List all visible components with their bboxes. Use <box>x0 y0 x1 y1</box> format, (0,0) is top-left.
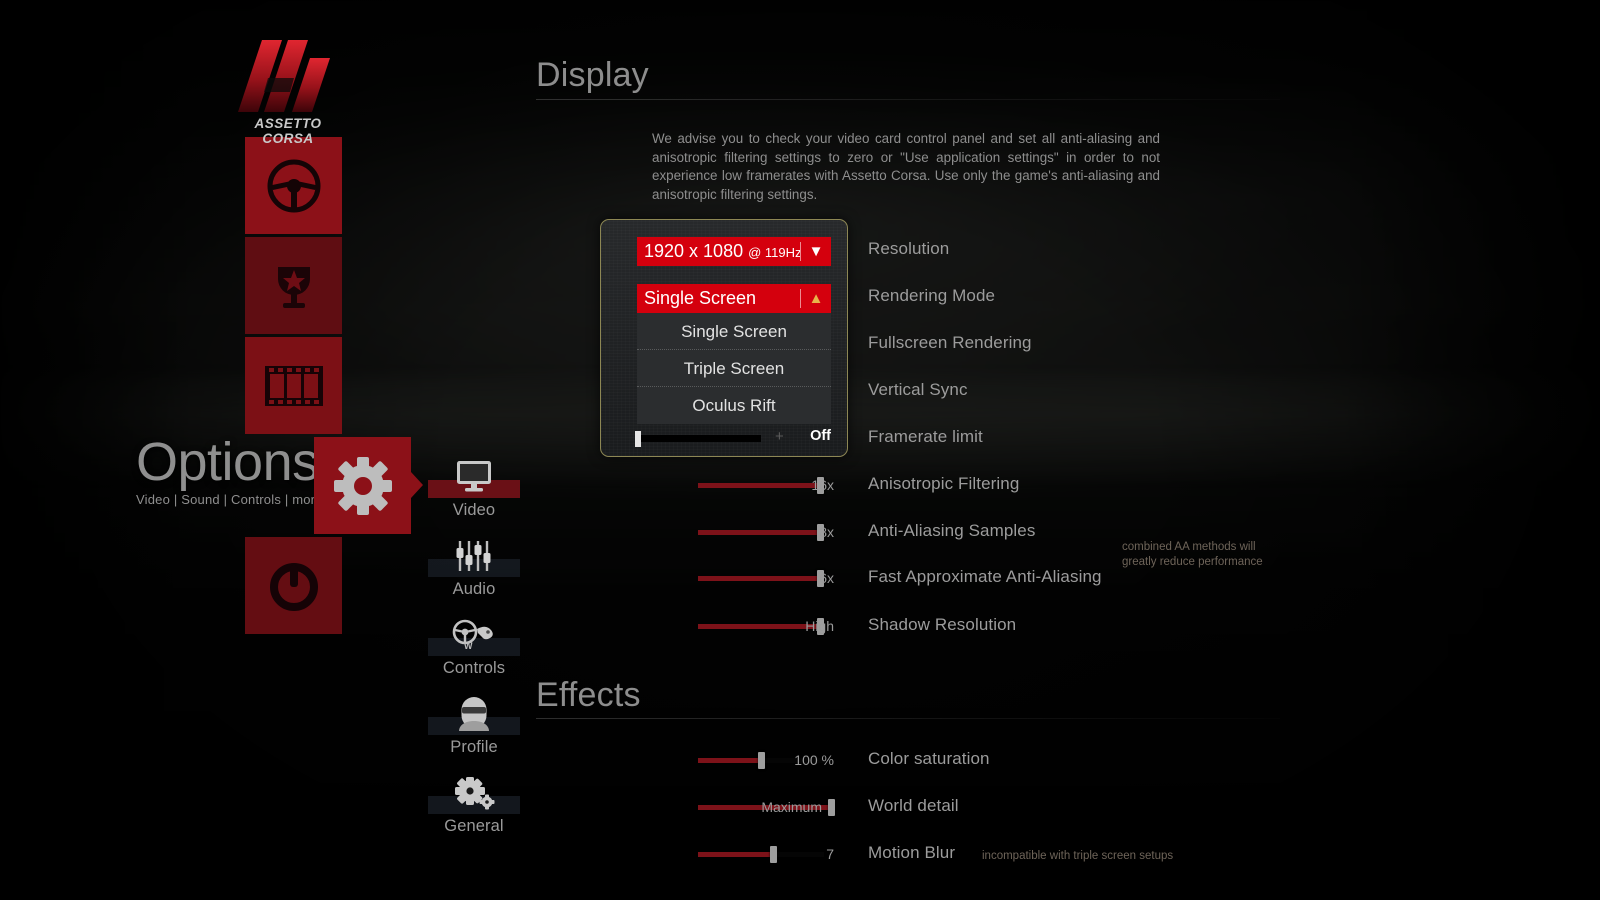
driver-helmet-icon <box>453 695 495 731</box>
advisory-text: We advise you to check your video card c… <box>652 130 1160 204</box>
sidebar-tile-replay[interactable] <box>245 337 342 434</box>
rendering-mode-dropdown[interactable]: Single Screen ▲ <box>637 284 831 313</box>
wheel-gamepad-icon: W <box>451 618 497 652</box>
row-color-saturation: 100 % Color saturation <box>536 744 1600 778</box>
row-shadow-resolution: High Shadow Resolution <box>536 610 1600 644</box>
options-active-arrow <box>411 472 423 498</box>
chevron-down-icon[interactable]: ▼ <box>801 237 831 266</box>
film-strip-icon <box>263 364 325 408</box>
row-fxaa: 6x Fast Approximate Anti-Aliasing <box>536 562 1600 596</box>
gear-icon <box>332 455 394 517</box>
steering-wheel-icon <box>264 156 324 216</box>
sidebar-item-label: Video <box>428 499 520 521</box>
sidebar-item-video[interactable]: Video <box>428 452 520 530</box>
power-icon <box>265 557 323 615</box>
framerate-limit-slider[interactable] <box>635 432 761 444</box>
sidebar-item-profile[interactable]: Profile <box>428 689 520 767</box>
sidebar-tile-career[interactable] <box>245 237 342 334</box>
sidebar-item-audio[interactable]: Audio <box>428 531 520 609</box>
section-rule-effects <box>536 718 1280 719</box>
sidebar-tile-options[interactable] <box>314 437 411 534</box>
resolution-value: 1920 x 1080 @ 119Hz <box>637 237 800 267</box>
row-label: Motion Blur <box>868 843 955 863</box>
assetto-corsa-wordmark: ASSETTO CORSA <box>232 116 344 146</box>
slider-knob[interactable] <box>828 799 835 816</box>
section-title-effects: Effects <box>536 676 641 715</box>
sidebar-item-label: Profile <box>428 736 520 758</box>
row-motion-blur: 7 Motion Blur incompatible with triple s… <box>536 838 1600 872</box>
option-oculus-rift[interactable]: Oculus Rift <box>637 387 831 424</box>
row-label: Anisotropic Filtering <box>868 474 1019 494</box>
row-label: Anti-Aliasing Samples <box>868 521 1035 541</box>
row-label: Resolution <box>868 239 949 259</box>
sidebar-tile-quit[interactable] <box>245 537 342 634</box>
trophy-icon <box>265 257 323 315</box>
option-triple-screen[interactable]: Triple Screen <box>637 350 831 387</box>
mixer-sliders-icon <box>453 539 495 573</box>
option-single-screen[interactable]: Single Screen <box>637 313 831 350</box>
row-label: Fullscreen Rendering <box>868 333 1032 353</box>
monitor-icon <box>454 460 494 494</box>
rendering-mode-option-list: Single Screen Triple Screen Oculus Rift <box>637 313 831 424</box>
gears-icon <box>453 776 495 810</box>
row-label: Color saturation <box>868 749 990 769</box>
hint-motion-blur: incompatible with triple screen setups <box>982 849 1173 864</box>
ac-logo-mark <box>232 34 344 120</box>
sidebar-item-label: Audio <box>428 578 520 600</box>
row-anisotropic-filtering: 16x Anisotropic Filtering <box>536 469 1600 503</box>
options-screen: ASSETTO CORSA <box>0 0 1600 900</box>
row-world-detail: Maximum World detail <box>536 791 1600 825</box>
framerate-limit-control: + Off <box>601 425 848 451</box>
sidebar-item-label: Controls <box>428 657 520 679</box>
slider-knob[interactable] <box>635 431 641 447</box>
framerate-limit-value: Off <box>791 428 839 444</box>
options-subnav: Video <box>428 452 520 847</box>
row-value: Maximum <box>736 799 822 815</box>
chevron-up-icon[interactable]: ▲ <box>801 284 831 313</box>
row-value: 6x <box>748 570 834 586</box>
row-value: 100 % <box>748 752 834 768</box>
section-title-display: Display <box>536 56 649 95</box>
row-label: Fast Approximate Anti-Aliasing <box>868 567 1102 587</box>
sidebar-item-label: General <box>428 815 520 837</box>
options-title-block: Options Video | Sound | Controls | more <box>136 436 323 507</box>
page-title: Options <box>136 436 323 488</box>
resolution-dropdown[interactable]: 1920 x 1080 @ 119Hz ▼ <box>637 237 831 266</box>
plus-icon[interactable]: + <box>775 428 784 445</box>
rendering-mode-value: Single Screen <box>637 284 800 313</box>
row-label: Shadow Resolution <box>868 615 1016 635</box>
row-label: Rendering Mode <box>868 286 995 306</box>
assetto-corsa-logo: ASSETTO CORSA <box>232 34 344 138</box>
row-value: High <box>748 618 834 634</box>
svg-text:W: W <box>464 641 473 651</box>
row-value: 8x <box>748 524 834 540</box>
row-label: World detail <box>868 796 959 816</box>
slider-track <box>635 435 761 442</box>
row-label: Framerate limit <box>868 427 983 447</box>
sidebar-item-general[interactable]: General <box>428 768 520 846</box>
page-subtitle: Video | Sound | Controls | more <box>136 492 323 507</box>
sidebar-tile-drive[interactable] <box>245 137 342 234</box>
highlighted-options-panel: 1920 x 1080 @ 119Hz ▼ Single Screen ▲ Si… <box>600 219 848 457</box>
hint-combined-aa: combined AA methods will greatly reduce … <box>1122 540 1263 570</box>
resolution-refresh: @ 119Hz <box>748 245 800 260</box>
section-rule-display <box>536 99 1280 100</box>
resolution-text: 1920 x 1080 <box>644 241 743 261</box>
row-value: 7 <box>748 846 834 862</box>
row-anti-aliasing-samples: 8x Anti-Aliasing Samples <box>536 516 1600 550</box>
sidebar-item-controls[interactable]: W Controls <box>428 610 520 688</box>
row-value: 16x <box>748 477 834 493</box>
row-label: Vertical Sync <box>868 380 968 400</box>
